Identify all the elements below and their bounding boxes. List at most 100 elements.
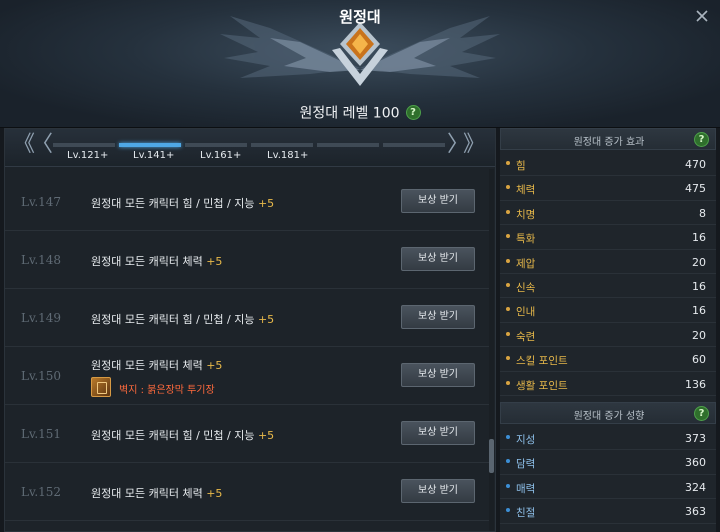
claim-reward-button[interactable]: 보상 받기: [401, 363, 475, 387]
tendency-row: 친절 363: [500, 499, 716, 524]
bullet-icon: [506, 209, 510, 214]
stat-name: 치명: [516, 208, 536, 221]
tendency-value: 324: [685, 480, 706, 494]
row-level: Lv.152: [21, 485, 62, 499]
expedition-stats-panel: 원정대 증가 효과 ? 힘 470 체력 475 치명 8 특화 16 제압 20 신속 1…: [500, 128, 716, 532]
header-banner: 원정대 원정대 레벨 100?: [0, 0, 720, 128]
bullet-icon: [506, 161, 510, 165]
tab-lv121[interactable]: Lv.121+: [67, 150, 108, 161]
last-page-arrow-icon[interactable]: 》: [463, 134, 485, 156]
bullet-icon: [506, 459, 510, 464]
tendencies-title: 원정대 증가 성향: [573, 411, 645, 422]
row-description: 원정대 모든 캐릭터 힘 / 민첩 / 지능 +5: [91, 313, 275, 326]
reward-row: Lv.148 원정대 모든 캐릭터 체력 +5 보상 받기: [5, 231, 489, 289]
close-icon[interactable]: [694, 8, 710, 24]
reward-list-scrollbar[interactable]: [489, 169, 494, 531]
reward-item-name: 벽지 : 붉은장막 투기장: [119, 385, 215, 396]
level-reward-panel: 《 〈 Lv.121+ Lv.141+ Lv.161+ Lv.181+ 〉 》 …: [4, 128, 496, 532]
tendencies-header: 원정대 증가 성향 ?: [500, 402, 716, 424]
row-level: Lv.148: [21, 253, 62, 267]
bullet-icon: [506, 380, 510, 385]
tab-lv141[interactable]: Lv.141+: [133, 150, 174, 161]
claim-reward-button[interactable]: 보상 받기: [401, 247, 475, 271]
bullet-icon: [506, 435, 510, 439]
reward-row: Lv.150 원정대 모든 캐릭터 체력 +5 벽지 : 붉은장막 투기장 보상…: [5, 347, 489, 405]
tab-segment-active: [119, 143, 181, 147]
bullet-icon: [506, 258, 510, 263]
stat-name: 숙련: [516, 330, 536, 343]
tendency-name: 담력: [516, 458, 536, 471]
stat-name: 특화: [516, 233, 536, 246]
stat-effects-header: 원정대 증가 효과 ?: [500, 128, 716, 150]
bullet-icon: [506, 483, 510, 488]
stat-row: 스킬 포인트 60: [500, 347, 716, 372]
bullet-icon: [506, 331, 510, 336]
expedition-level-text: 원정대 레벨 100: [299, 105, 400, 122]
row-description: 원정대 모든 캐릭터 체력 +5: [91, 255, 223, 268]
tab-lv181[interactable]: Lv.181+: [267, 150, 308, 161]
tendency-name: 친절: [516, 507, 536, 520]
stat-value: 470: [685, 158, 706, 171]
tendency-name: 매력: [516, 482, 536, 495]
tendency-row: 담력 360: [500, 450, 716, 475]
help-icon[interactable]: ?: [405, 105, 421, 120]
tendency-value: 363: [685, 505, 706, 519]
tab-segment: [185, 143, 247, 147]
help-icon[interactable]: ?: [694, 406, 709, 421]
prev-page-arrow-icon[interactable]: 〈: [31, 134, 53, 156]
bullet-icon: [506, 283, 510, 287]
claim-reward-button[interactable]: 보상 받기: [401, 189, 475, 213]
expedition-level: 원정대 레벨 100?: [0, 102, 720, 123]
reward-row: Lv.147 원정대 모든 캐릭터 힘 / 민첩 / 지능 +5 보상 받기: [5, 173, 489, 231]
wallpaper-item-icon[interactable]: [91, 377, 111, 397]
tendency-row: 매력 324: [500, 475, 716, 500]
tendency-value: 360: [685, 456, 706, 470]
row-level: Lv.150: [21, 369, 62, 383]
row-description: 원정대 모든 캐릭터 체력 +5: [91, 487, 223, 500]
stat-name: 체력: [516, 184, 536, 197]
stat-value: 60: [692, 353, 706, 367]
stat-effects-title: 원정대 증가 효과: [573, 137, 645, 148]
stat-row: 체력 475: [500, 176, 716, 201]
stat-name: 스킬 포인트: [516, 355, 568, 368]
bullet-icon: [506, 356, 510, 361]
stat-value: 20: [692, 328, 706, 342]
tendency-value: 373: [685, 432, 706, 445]
help-icon[interactable]: ?: [694, 132, 709, 147]
stat-row: 제압 20: [500, 250, 716, 274]
claim-reward-button[interactable]: 보상 받기: [401, 305, 475, 329]
claim-reward-button[interactable]: 보상 받기: [401, 479, 475, 503]
stat-value: 16: [692, 280, 706, 293]
scrollbar-thumb[interactable]: [489, 439, 494, 473]
tab-lv161[interactable]: Lv.161+: [200, 150, 241, 161]
stat-row: 특화 16: [500, 225, 716, 250]
stat-name: 제압: [516, 257, 536, 270]
stat-row: 인내 16: [500, 298, 716, 323]
tab-segment: [317, 143, 379, 147]
bullet-icon: [506, 234, 510, 239]
stat-value: 16: [692, 231, 706, 245]
reward-row: Lv.151 원정대 모든 캐릭터 힘 / 민첩 / 지능 +5 보상 받기: [5, 405, 489, 463]
row-level: Lv.149: [21, 311, 62, 325]
stat-value: 8: [699, 206, 706, 220]
row-level: Lv.151: [21, 427, 62, 441]
row-level: Lv.147: [21, 195, 62, 209]
claim-reward-button[interactable]: 보상 받기: [401, 421, 475, 445]
row-description: 원정대 모든 캐릭터 체력 +5: [91, 359, 223, 372]
stat-name: 신속: [516, 282, 536, 294]
row-description: 원정대 모든 캐릭터 힘 / 민첩 / 지능 +5: [91, 197, 275, 210]
level-range-tabs: 《 〈 Lv.121+ Lv.141+ Lv.161+ Lv.181+ 〉 》: [5, 129, 495, 167]
row-description: 원정대 모든 캐릭터 힘 / 민첩 / 지능 +5: [91, 429, 275, 442]
tendency-row: 지성 373: [500, 426, 716, 451]
stat-name: 생활 포인트: [516, 379, 568, 392]
bullet-icon: [506, 307, 510, 312]
tab-segment: [251, 143, 313, 147]
window-title: 원정대: [339, 8, 381, 26]
bullet-icon: [506, 508, 510, 513]
tab-segment: [383, 143, 445, 147]
stat-value: 475: [685, 182, 706, 196]
stat-row: 숙련 20: [500, 323, 716, 348]
reward-row: Lv.152 원정대 모든 캐릭터 체력 +5 보상 받기: [5, 463, 489, 521]
stat-name: 인내: [516, 306, 536, 319]
stat-name: 힘: [516, 160, 526, 172]
